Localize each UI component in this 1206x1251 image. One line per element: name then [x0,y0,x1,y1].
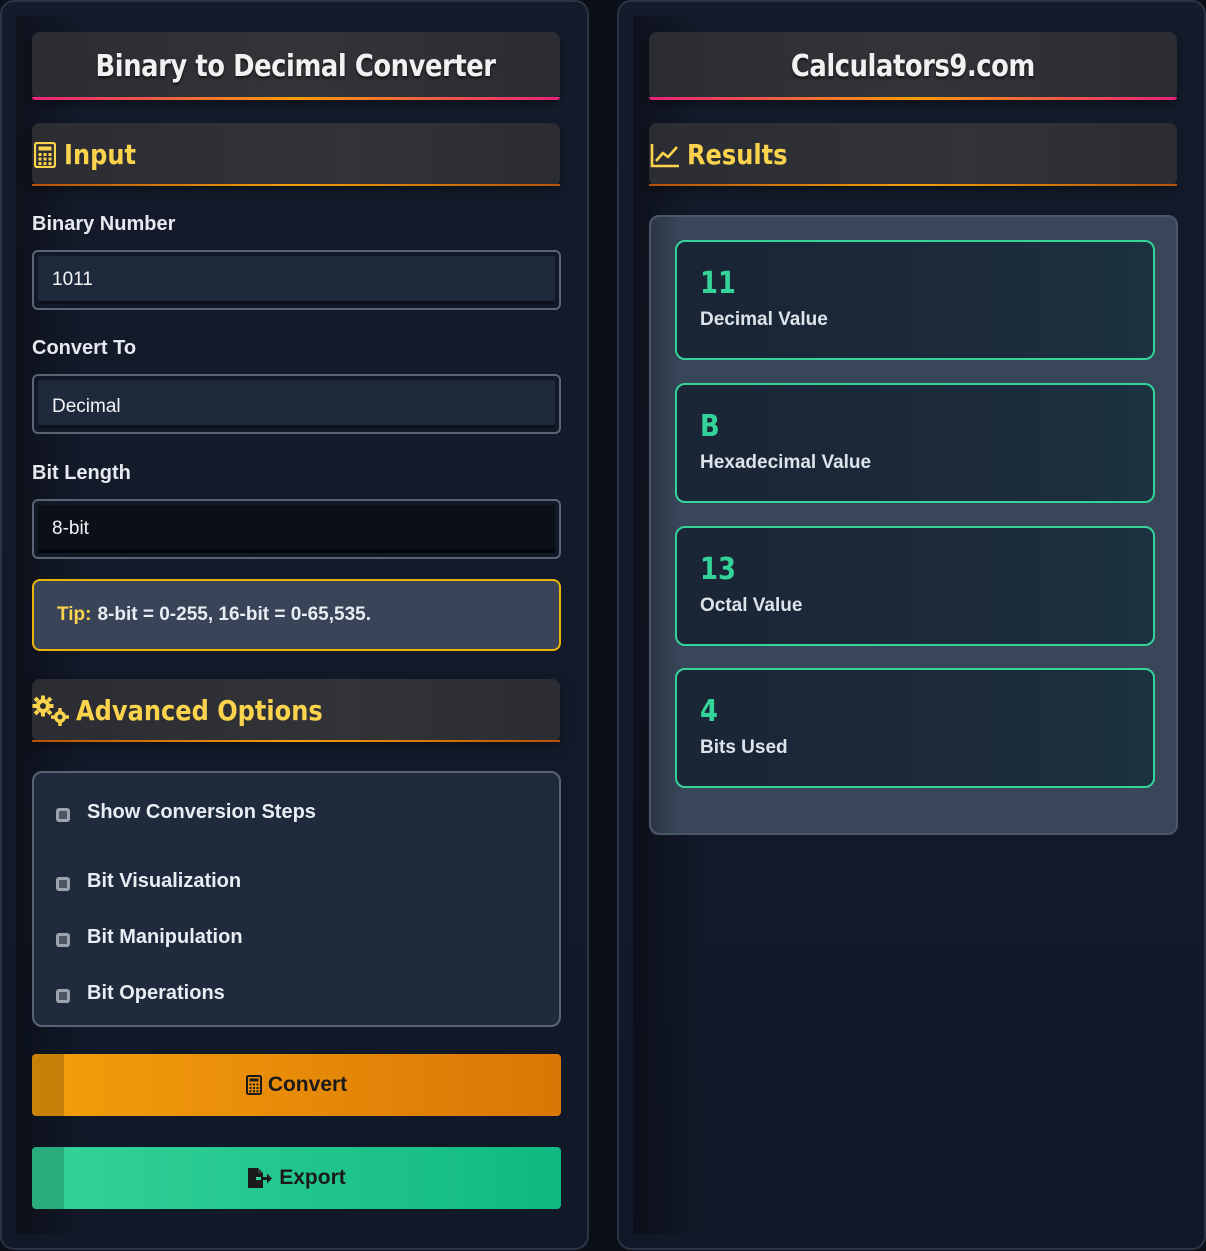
result-value: 11 [700,266,736,301]
option-label: Show Conversion Steps [87,800,316,823]
results-section-header: Results [649,123,1177,186]
result-value: 13 [700,552,736,587]
option-label: Bit Visualization [87,869,242,892]
results-container: 11 Decimal Value B Hexadecimal Value 13 … [649,215,1178,835]
option-bit-visualization[interactable]: Bit Visualization [34,853,559,909]
option-label: Bit Operations [87,981,225,1004]
convert-button-label: Convert [267,1073,348,1096]
checkbox[interactable] [56,989,70,1003]
binary-number-value[interactable]: 1011 [38,256,555,304]
result-value: B [700,409,720,444]
result-value: 4 [700,694,718,729]
checkbox[interactable] [56,933,70,947]
advanced-options-title: Advanced Options [76,694,323,727]
result-caption: Octal Value [700,595,803,616]
converter-panel: Binary to Decimal Converter Input Binary… [0,0,589,1250]
input-section-title: Input [64,138,136,171]
checkbox[interactable] [56,808,70,822]
gears-icon [32,695,70,726]
tip-text: 8-bit = 0-255, 16-bit = 0-65,535. [97,604,372,625]
convert-to-select[interactable]: Decimal [32,374,561,434]
page-title: Binary to Decimal Converter [95,48,497,84]
option-bit-manipulation[interactable]: Bit Manipulation [34,909,559,965]
tip-label: Tip: [57,604,92,625]
file-export-icon [247,1167,273,1189]
binary-number-input[interactable]: 1011 [32,250,561,310]
result-card-hexadecimal: B Hexadecimal Value [675,383,1155,503]
bit-length-label: Bit Length [32,462,131,484]
results-panel: Calculators9.com Results 11 Decimal Valu… [617,0,1206,1250]
bit-length-value[interactable]: 8-bit [38,505,555,553]
calculator-icon [245,1075,262,1095]
checkbox[interactable] [56,877,70,891]
result-card-octal: 13 Octal Value [675,526,1155,646]
result-caption: Hexadecimal Value [700,452,872,473]
chart-line-icon [649,142,681,168]
tip-box: Tip: 8-bit = 0-255, 16-bit = 0-65,535. [32,579,561,651]
site-title: Calculators9.com [790,48,1036,84]
option-show-conversion-steps[interactable]: Show Conversion Steps [34,797,559,827]
result-card-bits-used: 4 Bits Used [675,668,1155,788]
export-button-label: Export [279,1166,346,1189]
export-button[interactable]: Export [32,1147,561,1209]
bit-length-select[interactable]: 8-bit [32,499,561,559]
convert-to-label: Convert To [32,337,137,359]
results-section-title: Results [687,138,788,171]
advanced-options-header[interactable]: Advanced Options [32,679,560,742]
option-label: Bit Manipulation [87,925,243,948]
option-bit-operations[interactable]: Bit Operations [34,965,559,1021]
convert-to-value[interactable]: Decimal [38,380,555,428]
calculator-icon [32,141,58,168]
converter-header: Binary to Decimal Converter [32,32,560,100]
binary-number-label: Binary Number [32,213,176,235]
site-header: Calculators9.com [649,32,1177,100]
result-caption: Decimal Value [700,309,828,330]
result-caption: Bits Used [700,737,788,758]
convert-button[interactable]: Convert [32,1054,561,1116]
input-section-header: Input [32,123,560,186]
advanced-options-list: Show Conversion Steps Bit Visualization … [32,771,561,1027]
result-card-decimal: 11 Decimal Value [675,240,1155,360]
